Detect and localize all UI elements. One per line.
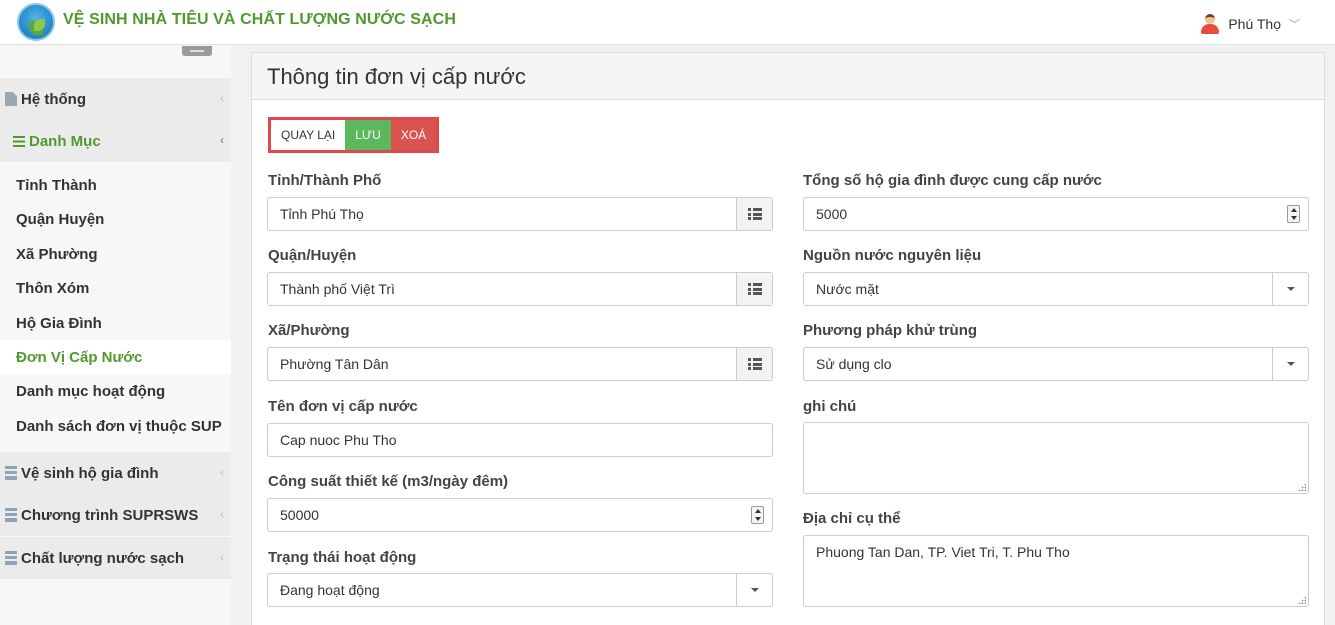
source-label: Nguồn nước nguyên liệu bbox=[803, 247, 982, 264]
caret-down-icon bbox=[1286, 362, 1295, 366]
database-icon bbox=[5, 508, 17, 522]
sidebar-item-ho-gia-dinh[interactable]: Hộ Gia Đình bbox=[0, 306, 231, 340]
disinfection-value: Sử dụng clo bbox=[816, 356, 892, 372]
chevron-left-icon: ‹ bbox=[220, 507, 224, 521]
address-textarea[interactable]: Phuong Tan Dan, TP. Viet Tri, T. Phu Tho bbox=[803, 535, 1309, 607]
sidebar-group-label: Danh Mục bbox=[29, 132, 101, 150]
sidebar-item-don-vi-cap-nuoc[interactable]: Đơn Vị Cấp Nước bbox=[0, 340, 231, 374]
unit-name-field[interactable]: Cap nuoc Phu Tho bbox=[267, 423, 773, 457]
district-label: Quận/Huyện bbox=[268, 247, 357, 264]
capacity-value: 50000 bbox=[280, 507, 319, 523]
list-icon bbox=[747, 358, 762, 370]
status-label: Trạng thái hoạt động bbox=[268, 549, 417, 566]
unit-name-value: Cap nuoc Phu Tho bbox=[280, 432, 397, 448]
sidebar-group-label: Chất lượng nước sạch bbox=[21, 549, 185, 567]
ward-value: Phường Tân Dân bbox=[280, 356, 389, 372]
province-value: Tỉnh Phú Thọ bbox=[280, 206, 364, 222]
sidebar-item-quan-huyen[interactable]: Quận Huyện bbox=[0, 202, 231, 236]
sidebar-group-chat-luong-nuoc-sach[interactable]: Chất lượng nước sạch ‹ bbox=[0, 537, 231, 579]
province-label: Tỉnh/Thành Phố bbox=[268, 172, 382, 189]
resize-handle-icon[interactable] bbox=[1298, 596, 1306, 604]
sidebar-toggle-button[interactable] bbox=[182, 46, 212, 56]
sidebar-item-xa-phuong[interactable]: Xã Phường bbox=[0, 237, 231, 271]
disinfection-label: Phương pháp khử trùng bbox=[803, 322, 978, 339]
province-picker-button[interactable] bbox=[736, 198, 772, 230]
province-field[interactable]: Tỉnh Phú Thọ bbox=[267, 197, 773, 231]
action-button-group: QUAY LẠI LƯU XOÁ bbox=[268, 117, 440, 153]
user-avatar-icon bbox=[1200, 13, 1220, 35]
capacity-stepper[interactable] bbox=[751, 506, 764, 524]
list-icon bbox=[747, 283, 762, 295]
chevron-left-icon: ‹ bbox=[220, 133, 224, 147]
unit-name-label: Tên đơn vị cấp nước bbox=[268, 398, 418, 415]
page-title: Thông tin đơn vị cấp nước bbox=[252, 53, 1324, 100]
main-panel: Thông tin đơn vị cấp nước QUAY LẠI LƯU X… bbox=[251, 52, 1325, 625]
delete-button[interactable]: XOÁ bbox=[390, 120, 437, 150]
households-field[interactable]: 5000 bbox=[803, 197, 1309, 231]
sidebar-group-label: Hệ thống bbox=[21, 90, 86, 108]
address-value: Phuong Tan Dan, TP. Viet Tri, T. Phu Tho bbox=[816, 544, 1070, 560]
sidebar-group-danh-muc[interactable]: Danh Mục ‹ bbox=[0, 120, 231, 162]
ward-picker-button[interactable] bbox=[736, 348, 772, 380]
file-icon bbox=[5, 92, 17, 106]
user-menu[interactable]: Phú Thọ ﹀ bbox=[1200, 13, 1300, 35]
disinfection-select[interactable]: Sử dụng clo bbox=[803, 347, 1309, 381]
stepper-down-icon bbox=[754, 517, 761, 521]
sidebar-group-he-thong[interactable]: Hệ thống ‹ bbox=[0, 78, 231, 120]
district-picker-button[interactable] bbox=[736, 273, 772, 305]
disinfection-dropdown-button[interactable] bbox=[1272, 348, 1308, 380]
status-select[interactable]: Đang hoạt động bbox=[267, 573, 773, 607]
note-label: ghi chú bbox=[803, 398, 857, 415]
database-icon bbox=[5, 551, 17, 565]
bars-icon bbox=[13, 135, 25, 147]
resize-handle-icon[interactable] bbox=[1298, 483, 1306, 491]
stepper-up-icon bbox=[1290, 208, 1297, 212]
source-value: Nước mặt bbox=[816, 281, 879, 297]
sidebar-item-danh-sach-sup[interactable]: Danh sách đơn vị thuộc SUP bbox=[0, 409, 231, 443]
sidebar-item-thon-xom[interactable]: Thôn Xóm bbox=[0, 271, 231, 305]
app-logo[interactable] bbox=[17, 3, 55, 41]
list-icon bbox=[747, 208, 762, 220]
sidebar-item-tinh-thanh[interactable]: Tỉnh Thành bbox=[0, 168, 231, 202]
user-name: Phú Thọ bbox=[1228, 16, 1281, 32]
sidebar-group-ve-sinh-ho-gia-dinh[interactable]: Vệ sinh hộ gia đình ‹ bbox=[0, 452, 231, 494]
ward-field[interactable]: Phường Tân Dân bbox=[267, 347, 773, 381]
status-value: Đang hoạt động bbox=[280, 582, 380, 598]
note-textarea[interactable] bbox=[803, 422, 1309, 494]
source-dropdown-button[interactable] bbox=[1272, 273, 1308, 305]
households-stepper[interactable] bbox=[1287, 205, 1300, 223]
sidebar-group-suprsws[interactable]: Chương trình SUPRSWS ‹ bbox=[0, 494, 231, 536]
sidebar-group-label: Chương trình SUPRSWS bbox=[21, 506, 199, 524]
chevron-left-icon: ‹ bbox=[220, 550, 224, 564]
ward-label: Xã/Phường bbox=[268, 322, 350, 339]
sidebar-item-danh-muc-hoat-dong[interactable]: Danh mục hoạt động bbox=[0, 374, 231, 408]
stepper-up-icon bbox=[754, 509, 761, 513]
save-button[interactable]: LƯU bbox=[345, 120, 391, 150]
capacity-field[interactable]: 50000 bbox=[267, 498, 773, 532]
sidebar: Hệ thống ‹ Danh Mục ‹ Tỉnh Thành Quận Hu… bbox=[0, 46, 231, 625]
source-select[interactable]: Nước mặt bbox=[803, 272, 1309, 306]
chevron-down-icon: ﹀ bbox=[1289, 19, 1300, 31]
status-dropdown-button[interactable] bbox=[736, 574, 772, 606]
caret-down-icon bbox=[1286, 287, 1295, 291]
stepper-down-icon bbox=[1290, 216, 1297, 220]
address-label: Địa chỉ cụ thể bbox=[803, 510, 901, 527]
database-icon bbox=[5, 466, 17, 480]
district-field[interactable]: Thành phố Việt Trì bbox=[267, 272, 773, 306]
sidebar-group-label: Vệ sinh hộ gia đình bbox=[21, 464, 159, 482]
district-value: Thành phố Việt Trì bbox=[280, 281, 395, 297]
chevron-left-icon: ‹ bbox=[220, 91, 224, 105]
caret-down-icon bbox=[750, 588, 759, 592]
app-title: VỆ SINH NHÀ TIÊU VÀ CHẤT LƯỢNG NƯỚC SẠCH bbox=[63, 11, 456, 28]
top-bar: VỆ SINH NHÀ TIÊU VÀ CHẤT LƯỢNG NƯỚC SẠCH… bbox=[0, 0, 1335, 45]
households-label: Tổng số hộ gia đình được cung cấp nước bbox=[803, 172, 1102, 189]
chevron-left-icon: ‹ bbox=[220, 465, 224, 479]
capacity-label: Công suất thiết kế (m3/ngày đêm) bbox=[268, 473, 509, 490]
households-value: 5000 bbox=[816, 206, 848, 222]
back-button[interactable]: QUAY LẠI bbox=[271, 120, 346, 150]
